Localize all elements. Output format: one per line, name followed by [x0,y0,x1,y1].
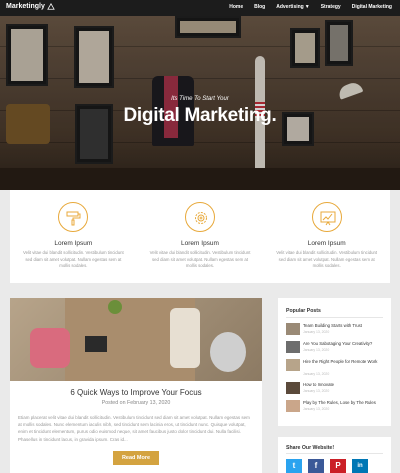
popular-post-title: How to Innovate [303,382,335,387]
hero-subtitle: Its Time To Start Your [171,96,229,102]
popular-posts-widget: Popular Posts Team Building Starts with … [278,298,391,426]
post-thumbnail [286,323,300,335]
hero-overlay [0,16,400,190]
post-date: Posted on February 13, 2020 [101,400,171,406]
nav-item-home[interactable]: Home [229,4,243,10]
facebook-icon: f [314,461,318,470]
popular-post-title: Hire the Right People for Remote Work [303,359,378,364]
pinterest-share-button[interactable]: P [330,459,346,473]
hero-title: Digital Marketing. [123,105,277,126]
widget-title: Popular Posts [286,308,321,314]
feature-title: Lorem Ipsum [307,240,346,247]
popular-post-date: January 13, 2020 [303,348,330,352]
person-white-top [170,308,200,368]
nav-item-advertising[interactable]: Advertising▼ [276,4,309,10]
share-widget: Share Our Website! t f P in [278,437,391,473]
twitter-share-button[interactable]: t [286,459,302,473]
site-logo[interactable]: Marketingly [6,3,55,10]
popular-post-date: January 13, 2020 [303,389,330,393]
linkedin-icon: in [357,463,363,469]
chair [210,332,246,372]
post-title[interactable]: 6 Quick Ways to Improve Your Focus [10,388,262,397]
feature-title: Lorem Ipsum [181,240,219,247]
popular-post-title: Play by The Rules, Lose by The Rules [303,400,376,405]
feature-text: Velit vitae dui blandit sollicitudin. Ve… [22,250,124,269]
nav-item-digital-marketing[interactable]: Digital Marketing [352,4,392,10]
feature-icon-circle [58,202,89,232]
divider [286,317,383,318]
paint-roller-icon [66,211,81,226]
nav-item-advertising-label: Advertising [276,4,304,10]
gear-icon [195,212,207,224]
popular-post-date: January 13, 2020 [303,372,330,376]
twitter-icon: t [292,461,296,470]
growth-chart-icon [320,211,336,226]
feature-text: Velit vitae dui blandit sollicitudin. Ve… [149,250,251,269]
widget-title: Share Our Website! [286,445,335,451]
laptop [85,336,107,352]
feature-icon-circle [311,202,342,232]
post-thumbnail [286,341,300,353]
linkedin-share-button[interactable]: in [352,459,368,473]
post-thumbnail [286,400,300,412]
popular-post-title: Team Building Starts with Trust [303,323,362,328]
feature-card: Lorem Ipsum Velit vitae dui blandit soll… [10,190,137,283]
post-featured-image[interactable] [10,298,262,381]
popular-post-date: January 13, 2020 [303,407,330,411]
post-thumbnail [286,382,300,394]
feature-title: Lorem Ipsum [54,240,93,247]
blog-post-card: 6 Quick Ways to Improve Your Focus Poste… [10,298,262,473]
feature-card: Lorem Ipsum Velit vitae dui blandit soll… [263,190,390,283]
popular-post-date: January 13, 2020 [303,330,330,334]
nav-item-blog[interactable]: Blog [254,4,265,10]
person-pink-top [30,328,70,368]
nav-item-strategy[interactable]: Strategy [321,4,341,10]
hero-banner: Its Time To Start Your Digital Marketing… [0,16,400,190]
popular-post-title: Are You Sabotaging Your Creativity? [303,341,373,346]
read-more-button[interactable]: Read More [113,451,159,465]
main-menu: Home Blog Advertising▼ Strategy Digital … [229,4,392,10]
feature-text: Velit vitae dui blandit sollicitudin. Ve… [276,250,378,269]
site-logo-text: Marketingly [6,3,45,10]
feature-card: Lorem Ipsum Velit vitae dui blandit soll… [137,190,264,283]
potted-plant [108,300,122,314]
top-navbar: Marketingly Home Blog Advertising▼ Strat… [0,0,400,16]
feature-icon-circle [185,202,215,232]
features-section: Lorem Ipsum Velit vitae dui blandit soll… [10,190,390,283]
post-excerpt: Etiam placerat velit vitae dui blandit s… [18,415,250,442]
divider [286,453,383,454]
post-thumbnail [286,359,300,371]
pinterest-icon: P [335,461,341,470]
chevron-down-icon: ▼ [304,4,310,10]
rocket-icon [47,3,55,10]
facebook-share-button[interactable]: f [308,459,324,473]
